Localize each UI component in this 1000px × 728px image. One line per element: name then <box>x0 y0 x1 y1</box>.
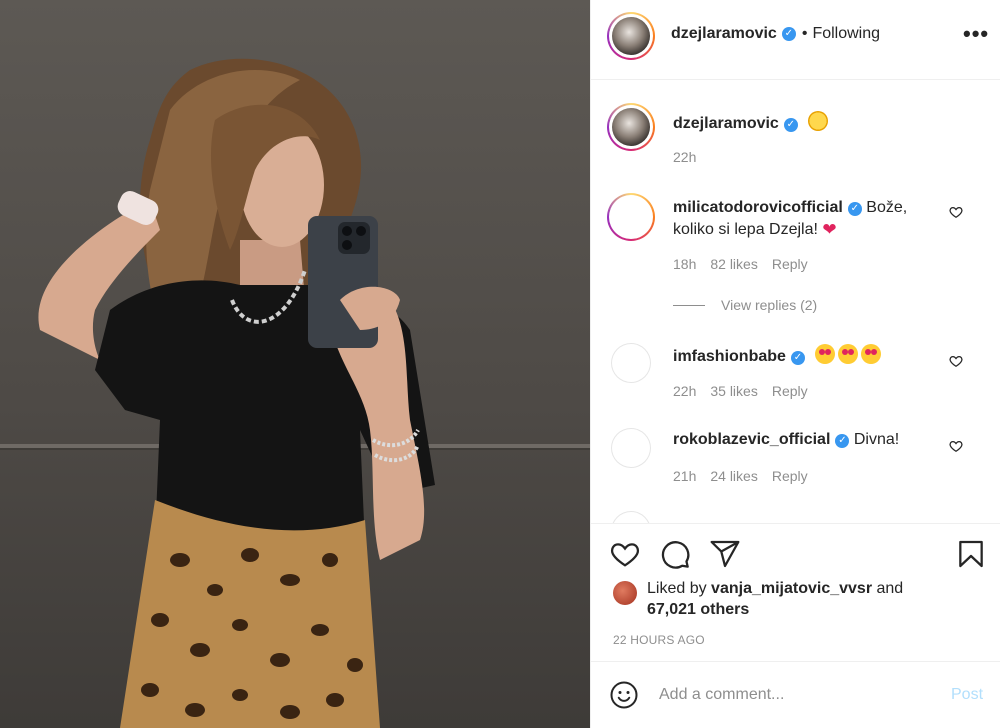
commenter-avatar[interactable] <box>607 193 655 241</box>
verified-badge-icon: ✓ <box>847 202 862 216</box>
comment-text: imfashionbabe ✓ <box>673 344 941 368</box>
like-comment-heart-icon[interactable] <box>949 439 963 458</box>
header-title: dzejlaramovic ✓ • Following <box>671 25 880 43</box>
comment-time[interactable]: 22h <box>673 383 696 399</box>
post-photo[interactable] <box>0 0 590 728</box>
comment-username[interactable]: rokoblazevic_official <box>673 431 830 448</box>
reply-button[interactable]: Reply <box>772 383 808 399</box>
following-button[interactable]: Following <box>812 25 880 43</box>
comment-meta: 22h 35 likes Reply <box>673 383 808 399</box>
comment-text: milicatodorovicofficial ✓ Bože, koliko si… <box>673 197 941 241</box>
like-comment-heart-icon[interactable] <box>949 205 963 224</box>
post-comment-button[interactable]: Post <box>951 686 983 704</box>
emoji-smiley-icon[interactable] <box>609 680 639 715</box>
post-header: dzejlaramovic ✓ • Following ••• <box>591 0 1000 80</box>
view-replies-label: View replies (2) <box>721 297 818 313</box>
selfie-illustration <box>0 58 590 728</box>
star-struck-emoji-icon <box>808 111 829 131</box>
view-replies-button[interactable]: View replies (2) <box>673 297 817 313</box>
caption-avatar[interactable] <box>607 103 655 151</box>
caption-username[interactable]: dzejlaramovic <box>673 115 779 132</box>
comment-username[interactable]: imfashionbabe <box>673 348 786 365</box>
share-paper-plane-icon[interactable] <box>709 538 741 575</box>
more-options-button[interactable]: ••• <box>963 23 989 45</box>
comment-time[interactable]: 18h <box>673 256 696 272</box>
heart-eyes-emoji-icon <box>815 344 884 365</box>
commenter-avatar[interactable] <box>611 343 651 383</box>
comment-username[interactable]: milicatodorovicofficial <box>673 199 843 216</box>
comment-bubble-icon[interactable] <box>659 538 691 575</box>
author-username[interactable]: dzejlaramovic <box>671 25 777 43</box>
verified-badge-icon: ✓ <box>790 351 805 365</box>
header-separator: • <box>801 25 808 42</box>
liked-by-summary: Liked by vanja_mijatovic_vvsr and 67,021… <box>613 578 993 620</box>
reply-button[interactable]: Reply <box>772 468 808 484</box>
post-side-panel: dzejlaramovic ✓ • Following ••• dzejlara… <box>590 0 1000 728</box>
comment-likes[interactable]: 24 likes <box>710 468 757 484</box>
action-bar <box>591 532 1000 576</box>
comments-list[interactable]: dzejlaramovic ✓ 22h milicatodorovicoffici… <box>591 81 1000 523</box>
caption-time[interactable]: 22h <box>673 149 696 165</box>
caption-text: dzejlaramovic ✓ <box>673 111 941 135</box>
liked-by-prefix: Liked by <box>647 580 707 597</box>
verified-badge-icon: ✓ <box>835 434 850 448</box>
actions-divider <box>591 523 1000 524</box>
like-heart-icon[interactable] <box>609 538 641 575</box>
comment-meta: 18h 82 likes Reply <box>673 256 808 272</box>
comment-body: Divna! <box>853 431 900 448</box>
add-comment-input[interactable] <box>659 682 929 708</box>
save-bookmark-icon[interactable] <box>955 538 987 575</box>
caption-meta: 22h <box>673 149 696 165</box>
verified-badge-icon: ✓ <box>781 27 796 41</box>
post-timestamp[interactable]: 22 HOURS AGO <box>613 633 705 647</box>
comment-likes[interactable]: 82 likes <box>710 256 757 272</box>
comment-composer: Post <box>591 662 1000 728</box>
red-heart-emoji: ❤ <box>822 220 837 239</box>
comment-likes[interactable]: 35 likes <box>710 383 757 399</box>
author-avatar[interactable] <box>607 12 655 60</box>
liked-by-text: Liked by vanja_mijatovic_vvsr and 67,021… <box>647 578 903 620</box>
instagram-post: dzejlaramovic ✓ • Following ••• dzejlara… <box>0 0 1000 728</box>
reply-button[interactable]: Reply <box>772 256 808 272</box>
like-comment-heart-icon[interactable] <box>949 354 963 373</box>
likes-count-link[interactable]: 67,021 others <box>647 601 749 618</box>
liker-avatar[interactable] <box>613 581 637 605</box>
verified-badge-icon: ✓ <box>783 118 798 132</box>
comment-time[interactable]: 21h <box>673 468 696 484</box>
commenter-avatar[interactable] <box>611 428 651 468</box>
liked-by-and: and <box>876 580 904 597</box>
comment-text: rokoblazevic_official ✓ Divna! <box>673 429 941 451</box>
next-commenter-avatar[interactable] <box>611 511 651 523</box>
comment-meta: 21h 24 likes Reply <box>673 468 808 484</box>
liker-username[interactable]: vanja_mijatovic_vvsr <box>711 580 872 597</box>
replies-line <box>673 304 705 306</box>
